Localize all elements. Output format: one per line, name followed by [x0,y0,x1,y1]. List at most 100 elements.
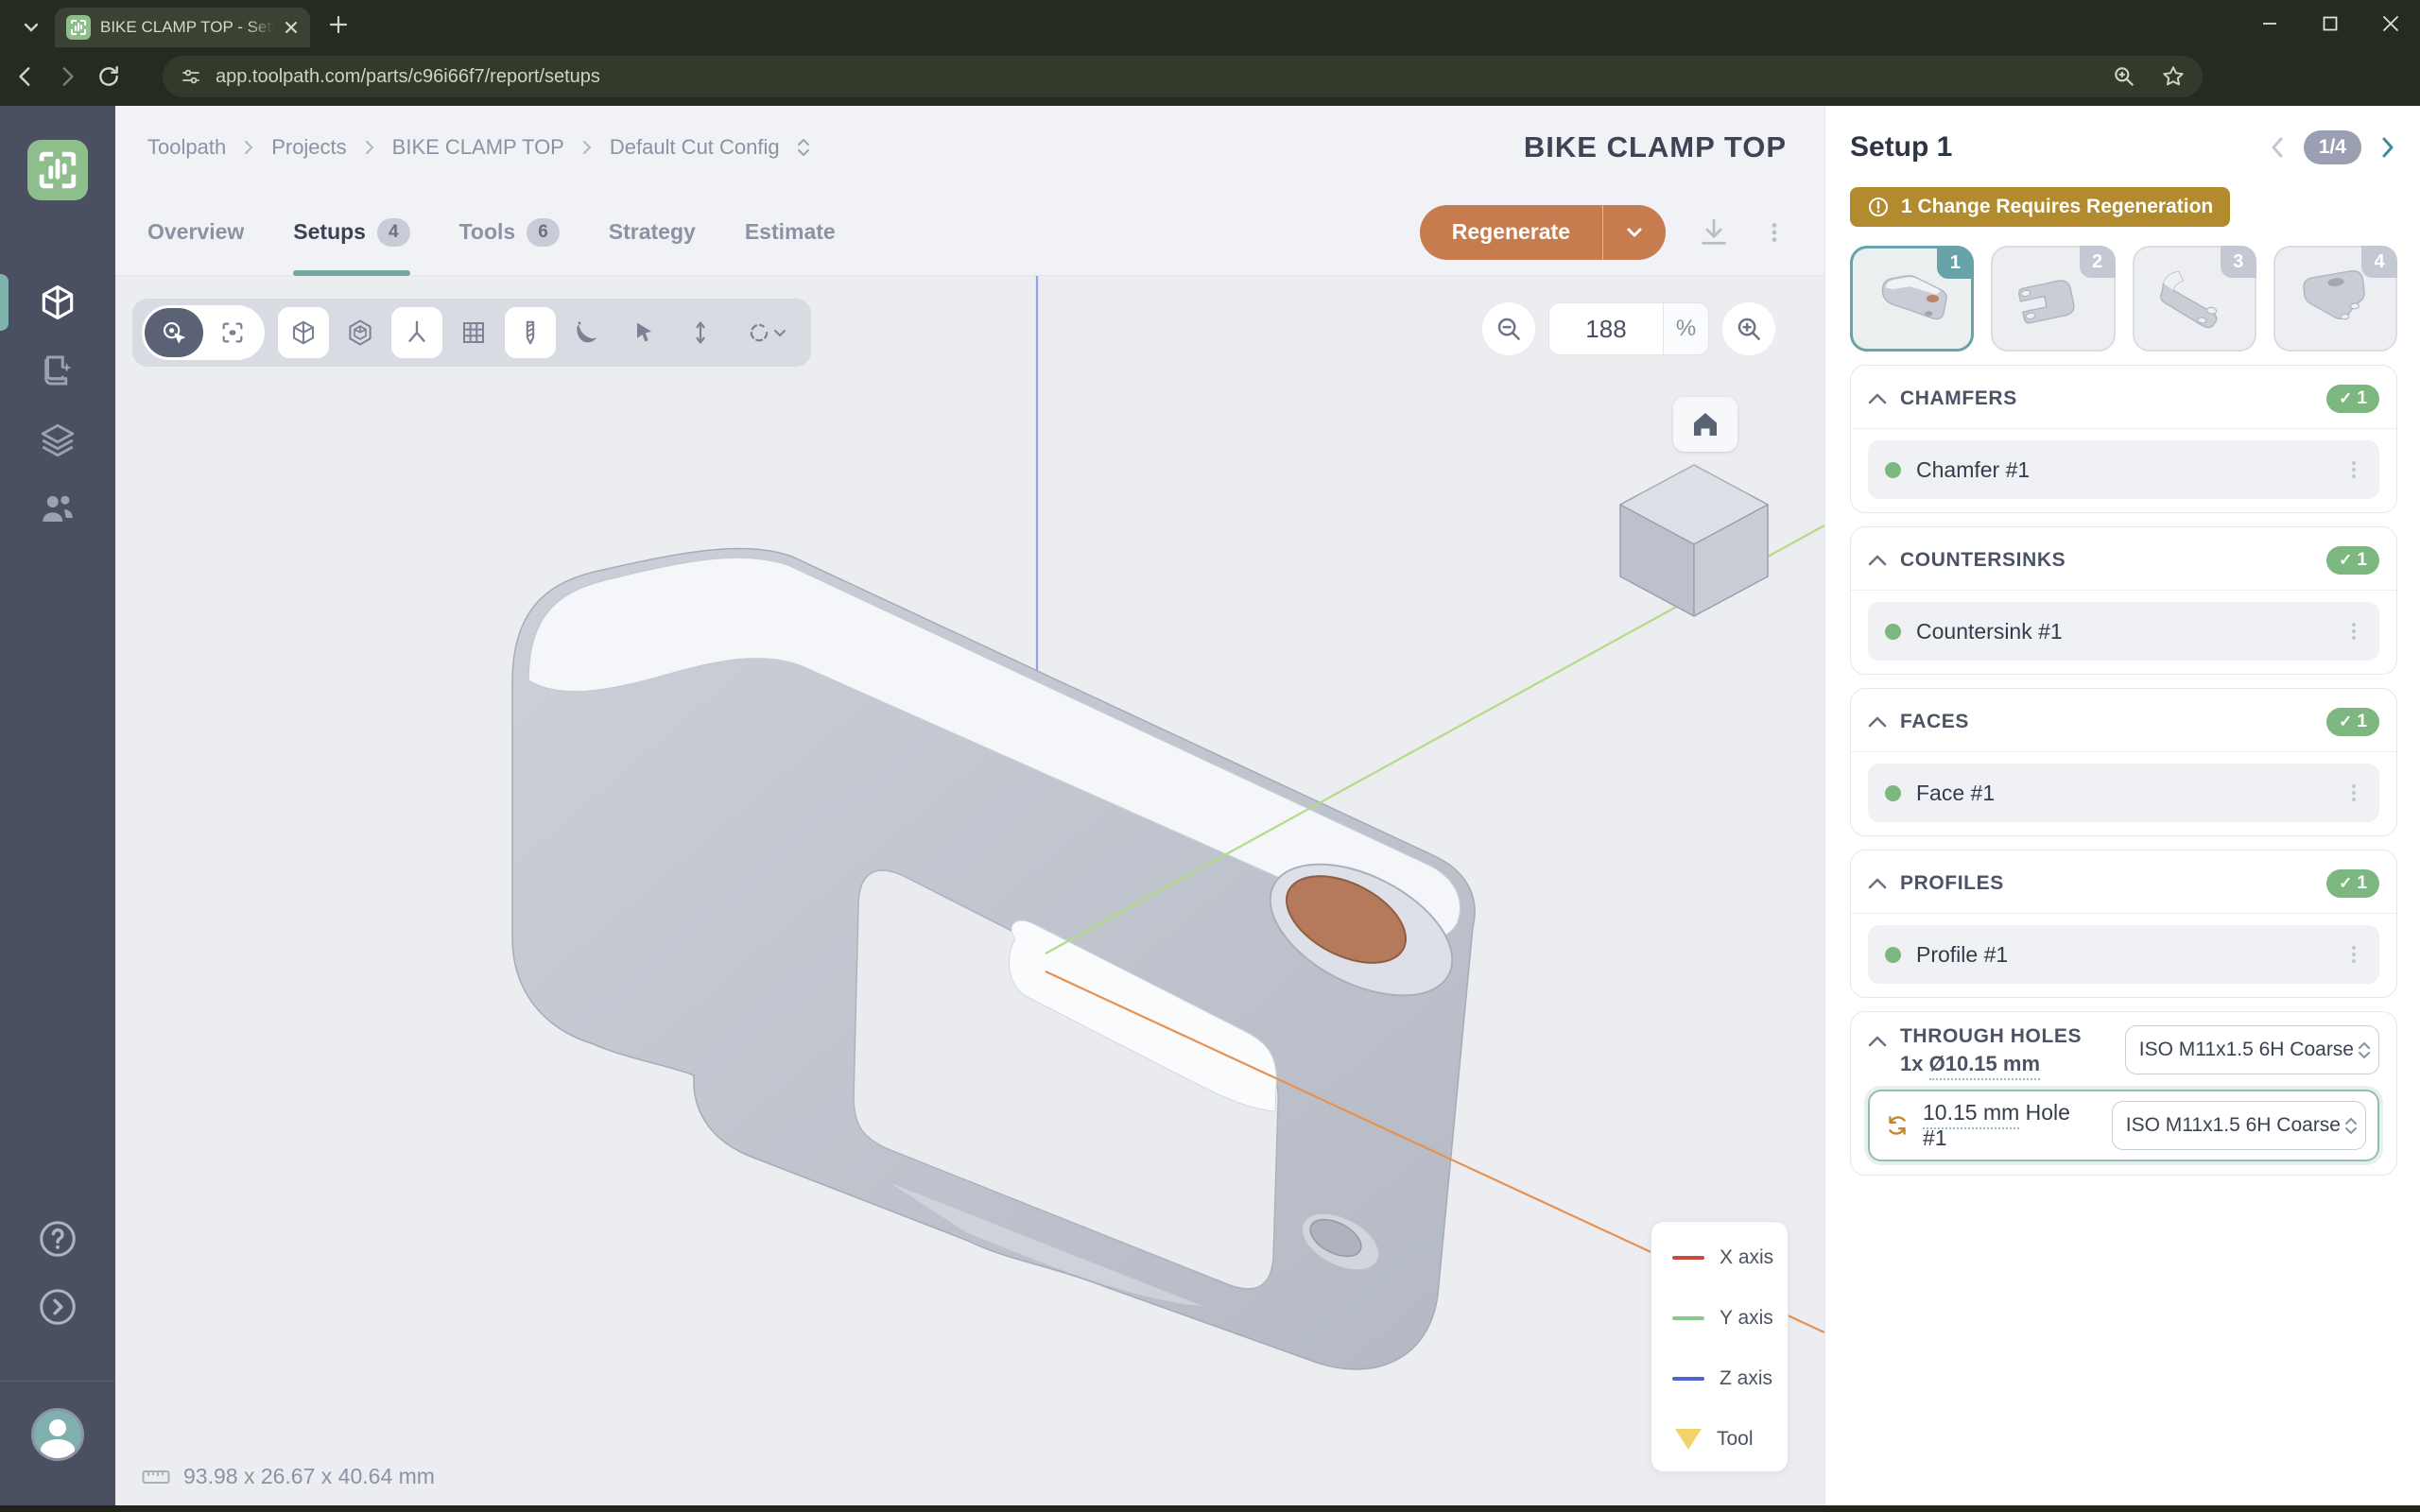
viewport-3d[interactable]: % X axis Y axis Z axis Tool 93.98 x 26 [115,276,1824,1506]
collapse-section-button[interactable] [1868,1035,1887,1048]
regeneration-warning-badge: 1 Change Requires Regeneration [1850,187,2230,227]
sidebar-item-library[interactable] [0,340,115,401]
list-item[interactable]: Face #1 [1868,764,2379,822]
more-options-button[interactable] [1762,220,1787,245]
collapse-section-button[interactable] [1868,554,1887,567]
breadcrumb-part[interactable]: BIKE CLAMP TOP [392,135,564,160]
section-title: PROFILES [1900,872,2004,895]
zoom-input[interactable] [1549,303,1663,354]
page-header: Toolpath Projects BIKE CLAMP TOP Default… [115,106,1824,189]
check-icon [2339,712,2352,732]
show-model-button[interactable] [278,307,329,358]
viewer-toolbar [132,299,811,367]
pointer-tool-button[interactable] [618,307,669,358]
breadcrumb-config[interactable]: Default Cut Config [610,135,780,160]
status-dot [1885,785,1901,801]
chevron-down-icon[interactable] [1603,222,1666,243]
regenerate-button[interactable]: Regenerate [1420,205,1666,260]
reload-button[interactable] [93,60,125,93]
zoom-page-icon[interactable] [2112,64,2136,89]
show-grid-button[interactable] [448,307,499,358]
user-avatar[interactable] [0,1408,115,1461]
tab-estimate[interactable]: Estimate [745,189,836,276]
item-menu-button[interactable] [2345,944,2362,965]
tab-overview[interactable]: Overview [147,189,244,276]
maximize-button[interactable] [2314,8,2346,40]
select-click-mode-button[interactable] [145,308,203,357]
item-menu-button[interactable] [2345,621,2362,642]
address-field[interactable]: app.toolpath.com/parts/c96i66f7/report/s… [163,56,2203,97]
tab-setups[interactable]: Setups4 [293,189,409,276]
sidebar-item-team[interactable] [0,478,115,539]
part-render[interactable] [115,276,1824,1506]
collapse-section-button[interactable] [1868,715,1887,729]
breadcrumb-toolpath[interactable]: Toolpath [147,135,226,160]
setup-title: Setup 1 [1850,131,1952,163]
select-box-mode-button[interactable] [203,308,262,357]
check-icon [2339,550,2352,571]
next-setup-button[interactable] [2377,135,2397,160]
hole-thread-select[interactable]: ISO M11x1.5 6H Coarse [2112,1101,2366,1150]
minimize-button[interactable] [2254,8,2286,40]
view-cube [1620,465,1768,616]
close-button[interactable] [2375,8,2407,40]
z-axis-swatch [1672,1377,1704,1381]
setup-pager: 1/4 [2268,130,2397,164]
chevron-right-icon [579,140,595,155]
collapse-section-button[interactable] [1868,392,1887,405]
item-menu-button[interactable] [2345,782,2362,803]
setup-thumbnail-2[interactable]: 2 [1991,246,2115,352]
setup-thumbnail-1[interactable]: 1 [1850,246,1974,352]
show-holder-button[interactable] [562,307,613,358]
list-item[interactable]: Profile #1 [1868,925,2379,984]
tab-tools[interactable]: Tools6 [459,189,560,276]
collapse-section-button[interactable] [1868,877,1887,890]
item-menu-button[interactable] [2345,459,2362,480]
show-tool-button[interactable] [505,307,556,358]
site-settings-icon[interactable] [180,65,202,88]
rotate-tool-button[interactable] [732,307,802,358]
thread-standard-select[interactable]: ISO M11x1.5 6H Coarse [2125,1025,2379,1074]
zoom-in-button[interactable] [1722,302,1775,355]
section-title: COUNTERSINKS [1900,549,2066,572]
prev-setup-button[interactable] [2268,135,2289,160]
setup-thumbnails: 1 2 3 4 [1850,246,2397,352]
home-icon [1688,407,1722,441]
window-controls [2254,8,2407,40]
diameter-value[interactable]: Ø10.15 mm [1929,1052,2040,1080]
setup-thumbnail-4[interactable]: 4 [2273,246,2397,352]
move-tool-button[interactable] [675,307,726,358]
section-profiles: PROFILES 1 Profile #1 [1850,850,2397,998]
tab-strategy[interactable]: Strategy [609,189,696,276]
users-icon [38,489,78,528]
sidebar-item-layers[interactable] [0,410,115,471]
bookmark-star-icon[interactable] [2161,64,2186,89]
divider [0,1381,115,1382]
collapse-sidebar-button[interactable] [0,1285,115,1329]
list-item[interactable]: Chamfer #1 [1868,440,2379,499]
hole-item[interactable]: 10.15 mm Hole #1 ISO M11x1.5 6H Coarse [1868,1090,2379,1161]
toolpath-logo[interactable] [27,140,88,200]
forward-button[interactable] [51,60,83,93]
setup-thumbnail-3[interactable]: 3 [2133,246,2256,352]
breadcrumb-projects[interactable]: Projects [271,135,346,160]
download-button[interactable] [1698,216,1730,249]
sidebar-item-parts[interactable] [0,272,115,333]
tool-triangle-icon [1675,1429,1702,1450]
browser-tab[interactable]: BIKE CLAMP TOP - Setups - Rep [55,8,310,47]
new-tab-button[interactable] [327,13,350,36]
show-axes-button[interactable] [391,307,442,358]
list-item[interactable]: Countersink #1 [1868,602,2379,661]
help-button[interactable] [0,1217,115,1261]
show-stock-button[interactable] [335,307,386,358]
active-indicator [0,274,9,331]
ruler-icon [142,1468,170,1486]
back-button[interactable] [9,60,42,93]
reset-view-button[interactable] [1673,397,1737,452]
check-icon [2339,388,2352,409]
tab-search-button[interactable] [15,11,47,43]
zoom-out-button[interactable] [1482,302,1535,355]
tab-close-icon[interactable] [284,20,299,35]
config-selector-icon[interactable] [795,137,812,158]
layers-icon [38,421,78,460]
